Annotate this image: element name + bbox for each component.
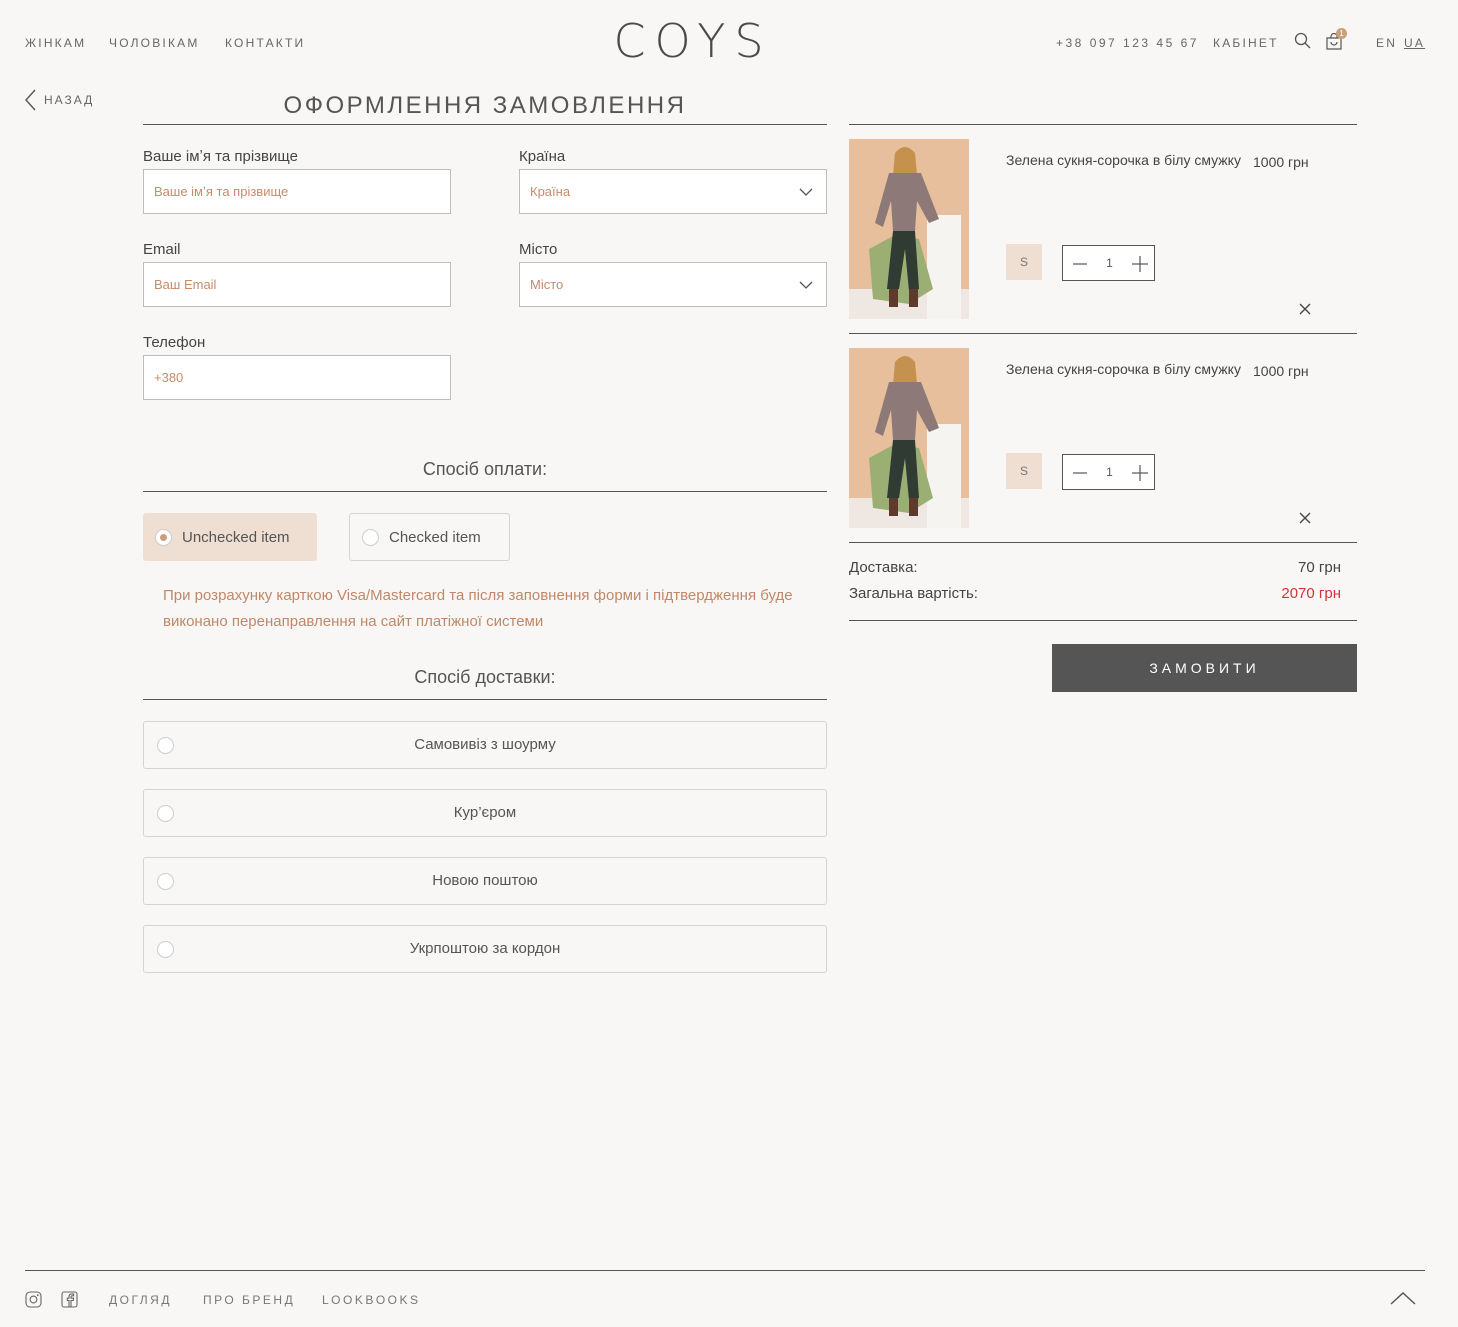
instagram-icon[interactable] — [25, 1291, 42, 1308]
product-price: 1000 грн — [1253, 363, 1309, 379]
email-field[interactable] — [143, 262, 451, 307]
plus-icon[interactable] — [1130, 463, 1150, 483]
country-select[interactable]: Країна — [519, 169, 827, 214]
delivery-option-courier[interactable]: Кур’єром — [143, 789, 827, 837]
email-input[interactable] — [154, 263, 450, 306]
payment-option-label: Checked item — [389, 528, 481, 546]
cart-item-divider — [849, 542, 1357, 543]
plus-icon[interactable] — [1130, 254, 1150, 274]
city-label: Місто — [519, 241, 558, 258]
phone-input[interactable] — [154, 356, 450, 399]
delivery-title: Спосіб доставки: — [414, 667, 556, 687]
product-name[interactable]: Зелена сукня-сорочка в білу смужку — [1006, 152, 1241, 168]
nav-men[interactable]: ЧОЛОВІКАМ — [109, 36, 200, 50]
delivery-cost-label: Доставка: — [849, 559, 918, 576]
delivery-cost-value: 70 грн — [1298, 559, 1341, 576]
back-link[interactable]: НАЗАД — [24, 88, 94, 112]
total-value: 2070 грн — [1281, 585, 1341, 602]
payment-title: Спосіб оплати: — [422, 459, 548, 479]
arrow-up-icon[interactable] — [1390, 1290, 1416, 1306]
delivery-option-nova-poshta[interactable]: Новою поштою — [143, 857, 827, 905]
footer-divider — [25, 1270, 1425, 1271]
chevron-down-icon — [799, 281, 813, 289]
title-divider — [143, 124, 827, 125]
page-title: ОФОРМЛЕННЯ ЗАМОВЛЕННЯ — [283, 92, 687, 119]
delivery-option-label: Кур’єром — [453, 804, 517, 821]
search-icon[interactable] — [1294, 32, 1312, 50]
order-button[interactable]: ЗАМОВИТИ — [1052, 644, 1357, 692]
product-name[interactable]: Зелена сукня-сорочка в білу смужку — [1006, 361, 1241, 377]
header-phone[interactable]: +38 097 123 45 67 — [1056, 36, 1199, 50]
phone-label: Телефон — [143, 334, 206, 351]
quantity-value[interactable]: 1 — [1093, 256, 1126, 270]
city-value: Місто — [530, 277, 564, 292]
quantity-value[interactable]: 1 — [1093, 465, 1126, 479]
phone-field[interactable] — [143, 355, 451, 400]
facebook-icon[interactable] — [61, 1291, 78, 1308]
lang-en[interactable]: EN — [1376, 36, 1397, 50]
delivery-option-label: Самовивіз з шоурму — [414, 736, 556, 753]
minus-icon[interactable] — [1071, 254, 1091, 274]
quantity-stepper: 1 — [1062, 245, 1155, 281]
email-label: Email — [143, 241, 181, 258]
payment-option-label: Unchecked item — [182, 528, 290, 546]
footer-link-care[interactable]: ДОГЛЯД — [109, 1293, 172, 1307]
country-label: Країна — [519, 148, 566, 165]
footer-link-about[interactable]: ПРО БРЕНД — [203, 1293, 295, 1307]
country-value: Країна — [530, 184, 571, 199]
delivery-divider — [143, 699, 827, 700]
delivery-option-label: Укрпоштою за кордон — [409, 940, 561, 957]
lang-ua[interactable]: UA — [1404, 36, 1425, 50]
size-badge: S — [1006, 453, 1042, 489]
back-label: НАЗАД — [44, 93, 95, 107]
close-icon[interactable] — [1298, 511, 1314, 527]
name-label: Ваше імʼя та прізвище — [143, 148, 298, 165]
summary-divider — [849, 620, 1357, 621]
quantity-stepper: 1 — [1062, 454, 1155, 490]
cart-top-divider — [849, 124, 1357, 125]
radio-unchecked[interactable] — [362, 528, 379, 546]
product-image[interactable] — [849, 348, 969, 528]
minus-icon[interactable] — [1071, 463, 1091, 483]
delivery-option-ukrposhta[interactable]: Укрпоштою за кордон — [143, 925, 827, 973]
name-input[interactable] — [154, 170, 450, 213]
size-badge: S — [1006, 244, 1042, 280]
payment-note: При розрахунку карткою Visa/Mastercard т… — [163, 587, 793, 630]
radio-checked[interactable] — [155, 528, 172, 546]
cart-item-divider — [849, 333, 1357, 334]
chevron-left-icon — [25, 89, 36, 111]
name-field[interactable] — [143, 169, 451, 214]
close-icon[interactable] — [1298, 302, 1314, 318]
chevron-down-icon — [799, 188, 813, 196]
logo[interactable]: COYS — [608, 14, 778, 68]
payment-option-1[interactable]: Unchecked item — [143, 513, 317, 561]
payment-option-2[interactable]: Checked item — [349, 513, 510, 561]
delivery-option-pickup[interactable]: Самовивіз з шоурму — [143, 721, 827, 769]
payment-divider — [143, 491, 827, 492]
delivery-option-label: Новою поштою — [432, 872, 538, 889]
nav-contacts[interactable]: КОНТАКТИ — [225, 36, 305, 50]
product-price: 1000 грн — [1253, 154, 1309, 170]
total-label: Загальна вартість: — [849, 585, 978, 602]
nav-women[interactable]: ЖІНКАМ — [25, 36, 86, 50]
nav-cabinet[interactable]: КАБІНЕТ — [1213, 36, 1279, 50]
footer-link-lookbooks[interactable]: LOOKBOOKS — [322, 1293, 421, 1307]
product-image[interactable] — [849, 139, 969, 319]
cart-count-badge: 1 — [1336, 28, 1347, 39]
city-select[interactable]: Місто — [519, 262, 827, 307]
